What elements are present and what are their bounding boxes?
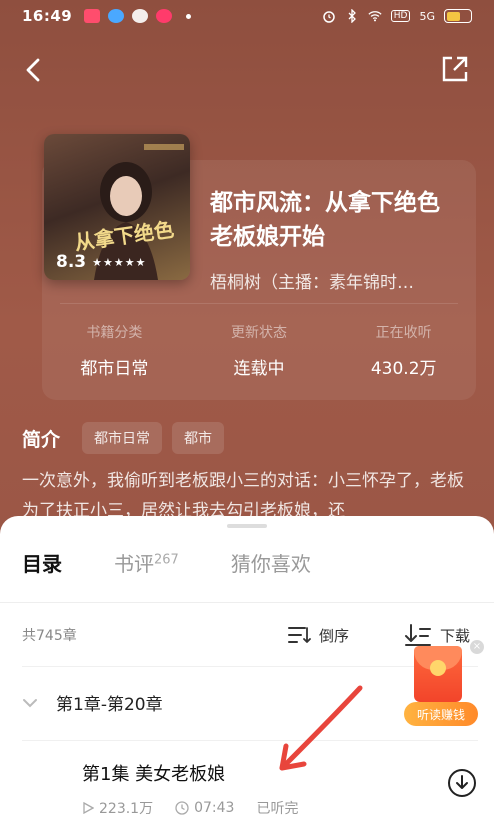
alarm-icon — [323, 11, 335, 23]
chapter-range-label: 第1章-第20章 — [56, 695, 163, 715]
stat-label: 更新状态 — [231, 325, 287, 341]
share-icon[interactable] — [440, 54, 470, 84]
tag-chip[interactable]: 都市 — [172, 422, 225, 454]
top-bar — [0, 50, 494, 90]
promo-label: 听读赚钱 — [404, 702, 478, 726]
stat-value: 连载中 — [233, 359, 285, 379]
sheet-drag-handle[interactable] — [227, 524, 267, 528]
tag-chip[interactable]: 都市日常 — [82, 422, 163, 454]
video-app-icon — [156, 9, 173, 23]
tab-label: 书评 — [114, 552, 154, 576]
intro-label: 简介 — [22, 428, 61, 451]
episode-title: 第1集 美女老板娘 — [82, 764, 226, 785]
stat-value: 都市日常 — [80, 359, 149, 379]
listen-status: 已听完 — [256, 801, 299, 815]
card-divider — [60, 303, 458, 304]
tab-label: 猜你喜欢 — [230, 552, 311, 576]
sort-icon — [288, 627, 311, 643]
more-notifications-dot — [186, 13, 192, 19]
sort-button[interactable]: 倒序 — [287, 624, 349, 646]
download-button[interactable]: 下载 — [404, 623, 470, 647]
rating: 8.3 ★★★★★ — [56, 252, 146, 272]
status-time: 16:49 — [22, 7, 73, 25]
qq-icon — [108, 9, 125, 23]
tab-reviews[interactable]: 书评267 — [114, 548, 179, 577]
episode-duration: 07:43 — [175, 800, 234, 815]
sheet-tabs: 目录 书评267 猜你喜欢 — [22, 548, 311, 577]
stat-value: 430.2万 — [370, 359, 437, 379]
battery-icon — [444, 9, 472, 23]
coin-icon — [430, 660, 446, 676]
stat-listening: 正在收听 430.2万 — [331, 322, 476, 379]
duration-value: 07:43 — [194, 800, 235, 815]
hd-indicator: HD — [390, 10, 411, 22]
chapter-count: 共745章 — [22, 628, 77, 644]
rating-stars-icon: ★★★★★ — [92, 255, 147, 269]
chapter-range-row[interactable]: 第1章-第20章 — [22, 690, 163, 715]
promo-close-icon[interactable]: × — [470, 640, 484, 654]
tab-catalog[interactable]: 目录 — [22, 548, 62, 577]
wifi-icon — [368, 11, 382, 22]
book-title: 都市风流：从拿下绝色老板娘开始 — [210, 190, 440, 250]
stat-label: 正在收听 — [375, 325, 432, 341]
book-cover[interactable]: 从拿下绝色 8.3 ★★★★★ — [44, 134, 190, 280]
back-arrow-icon[interactable] — [20, 54, 48, 86]
app-notification-icon — [84, 9, 101, 23]
status-right: HD 5G — [322, 9, 472, 23]
book-stats: 书籍分类 都市日常 更新状态 连载中 正在收听 430.2万 — [42, 322, 476, 379]
play-icon — [83, 802, 94, 814]
intro-header: 简介 都市日常 都市 — [22, 422, 225, 454]
review-count: 267 — [154, 552, 179, 568]
episode-download-icon[interactable] — [447, 768, 477, 798]
download-list-icon — [405, 624, 431, 646]
download-label: 下载 — [440, 626, 471, 645]
stat-label: 书籍分类 — [86, 325, 143, 341]
book-author[interactable]: 梧桐树（主播：素年锦时… — [210, 268, 450, 293]
sort-label: 倒序 — [319, 626, 350, 645]
signal-indicator: 5G — [419, 9, 435, 23]
bluetooth-icon — [348, 9, 356, 23]
earn-promo-widget[interactable]: 听读赚钱 — [404, 646, 478, 728]
row-divider — [22, 740, 478, 741]
chevron-down-icon — [23, 698, 37, 707]
tab-recommend[interactable]: 猜你喜欢 — [231, 548, 311, 577]
tab-label: 目录 — [22, 552, 62, 576]
episode-plays: 223.1万 — [82, 798, 153, 815]
wechat-icon — [132, 9, 149, 23]
plays-count: 223.1万 — [99, 801, 154, 815]
stat-category: 书籍分类 都市日常 — [42, 322, 187, 379]
status-bar: 16:49 HD 5G — [0, 0, 494, 32]
episode-item[interactable]: 第1集 美女老板娘 223.1万 07:43 已听完 — [82, 760, 298, 815]
episode-meta: 223.1万 07:43 已听完 — [82, 798, 298, 815]
tabs-divider — [0, 602, 494, 603]
rating-score: 8.3 — [56, 252, 87, 272]
notification-icons — [84, 9, 192, 23]
stat-update-status: 更新状态 连载中 — [187, 322, 332, 379]
clock-icon — [175, 801, 189, 815]
